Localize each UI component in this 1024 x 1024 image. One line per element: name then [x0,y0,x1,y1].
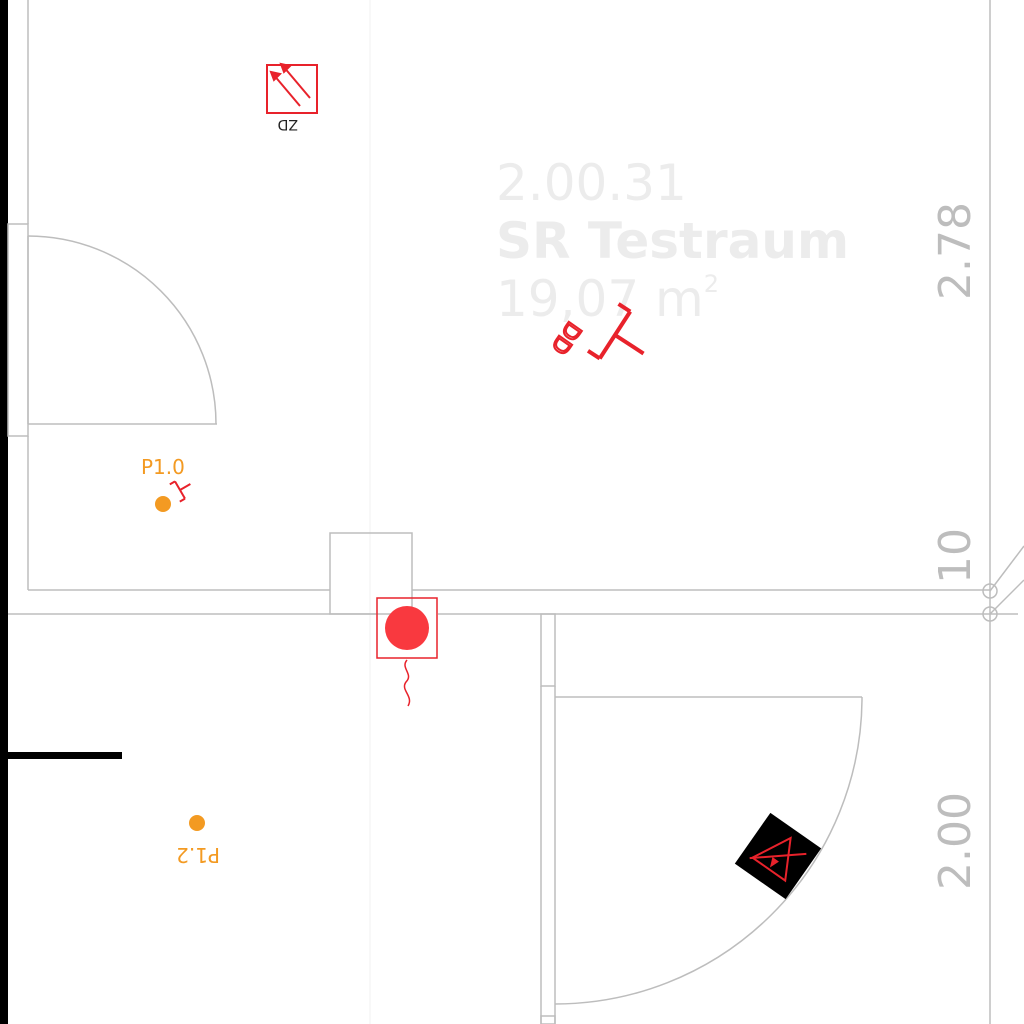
door-swings [27,235,863,1005]
exterior-wall-left [0,0,8,1024]
room-name: SR Testraum [496,212,849,270]
room-area: 19,07 m2 [496,270,719,328]
dimension-height-small: 10 [930,528,981,584]
wall-stub-black [8,752,122,759]
p1-0-label: P1.0 [141,455,185,479]
corner-markers [982,545,1024,622]
ceiling-detector-small-icon [169,480,191,503]
room-area-value: 19,07 m [496,270,704,328]
room-area-sup: 2 [704,270,719,298]
dimension-height-lower: 2.00 [930,792,981,890]
room-number: 2.00.31 [496,154,687,212]
smoke-vent-arrows-icon [266,62,318,114]
dimension-height-upper: 2.78 [930,202,981,300]
measure-point-p1-0 [155,496,171,512]
electrical-hazard-sign-icon [734,812,822,900]
floor-plan: 2.00.31 SR Testraum 19,07 m2 2.78 10 2.0… [0,0,1024,1024]
measure-point-p1-2 [189,815,205,831]
p1-2-label: P1.2 [176,843,220,867]
zd-label: ZD [278,116,298,132]
